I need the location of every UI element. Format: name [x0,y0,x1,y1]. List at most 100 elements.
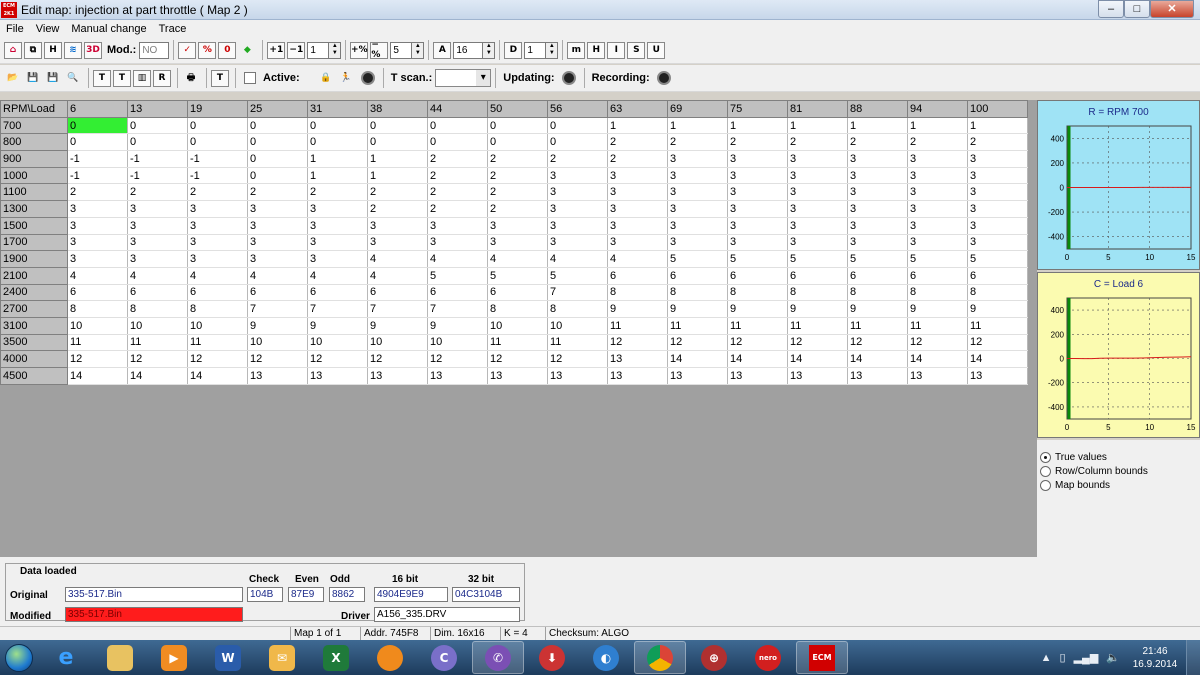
active-checkbox[interactable] [244,72,256,84]
map-cell[interactable]: 3 [967,234,1028,252]
column-header[interactable]: 63 [607,100,668,118]
map-cell[interactable]: 11 [67,334,128,352]
map-cell[interactable]: 3 [487,234,548,252]
map-cell[interactable]: 8 [187,300,248,318]
map-cell[interactable]: 0 [367,133,428,152]
map-cell[interactable]: 1 [367,167,428,185]
map-cell[interactable]: 11 [667,317,728,335]
map-cell[interactable]: -1 [127,167,188,185]
map-cell[interactable]: 0 [427,133,488,152]
map-cell[interactable]: 4 [187,267,248,285]
row-header[interactable]: 2100 [0,266,68,285]
row-header[interactable]: 1100 [0,183,68,202]
map-cell[interactable]: 2 [487,183,548,202]
map-cell[interactable]: 9 [667,300,728,318]
graph-icon[interactable]: ≋ [64,41,82,59]
map-cell[interactable]: 6 [487,284,548,302]
map-cell[interactable]: 4 [127,267,188,285]
map-cell[interactable]: 12 [307,350,368,368]
tscan-select[interactable] [435,69,492,87]
map-cell[interactable]: 12 [727,334,788,352]
format-u-icon[interactable]: U [647,41,666,59]
row-header[interactable]: 1000 [0,166,68,185]
map-cell[interactable]: 14 [127,367,188,385]
map-cell[interactable]: 0 [247,117,308,135]
map-cell[interactable]: 3 [307,200,368,218]
map-cell[interactable]: 13 [787,367,848,385]
map-cell[interactable]: 12 [787,334,848,352]
map-cell[interactable]: 6 [847,267,908,285]
map-cell[interactable]: 7 [247,300,308,318]
map-cell[interactable]: 10 [427,334,488,352]
map-cell[interactable]: 12 [847,334,908,352]
map-cell[interactable]: 6 [127,284,188,302]
row-header[interactable]: 900 [0,150,68,168]
map-cell[interactable]: 2 [187,183,248,202]
map-cell[interactable]: 12 [487,350,548,368]
home-icon[interactable]: ⌂ [4,41,22,59]
map-cell[interactable]: -1 [67,167,128,185]
map-cell[interactable]: 3 [847,234,908,252]
map-cell[interactable]: 13 [607,350,668,368]
map-cell[interactable]: 9 [307,317,368,335]
map-cell[interactable]: 13 [607,367,668,385]
row-header[interactable]: 800 [0,133,68,152]
map-cell[interactable]: 7 [547,284,608,302]
map-cell[interactable]: 3 [367,234,428,252]
map-cell[interactable]: 3 [547,217,608,235]
map-cell[interactable]: 3 [127,200,188,218]
driver-field[interactable]: A156_335.DRV [374,607,520,622]
taskbar-media-2[interactable]: ⬇ [526,641,578,674]
row-header[interactable]: 4500 [0,367,68,385]
map-cell[interactable]: 3 [547,167,608,185]
map-cell[interactable]: 7 [427,300,488,318]
map-cell[interactable]: 9 [247,317,308,335]
map-cell[interactable]: 9 [367,317,428,335]
map-cell[interactable]: 3 [607,200,668,218]
map-cell[interactable]: 0 [487,117,548,135]
column-header[interactable]: 38 [367,100,428,118]
map-cell[interactable]: 4 [247,267,308,285]
map-cell[interactable]: 3 [667,167,728,185]
map-cell[interactable]: 12 [127,350,188,368]
map-cell[interactable]: 2 [607,133,668,152]
column-header[interactable]: 94 [907,100,968,118]
map-cell[interactable]: 3 [667,183,728,202]
map-cell[interactable]: 3 [607,183,668,202]
map-cell[interactable]: 9 [907,300,968,318]
map-cell[interactable]: 12 [547,350,608,368]
map-cell[interactable]: 6 [727,267,788,285]
map-cell[interactable]: 3 [607,167,668,185]
map-cell[interactable]: 2 [847,133,908,152]
map-cell[interactable]: 3 [187,200,248,218]
map-cell[interactable]: 8 [127,300,188,318]
map-cell[interactable]: 5 [487,267,548,285]
step-spinner-2[interactable]: 5 ▲ ▼ [390,41,425,59]
map-cell[interactable]: 9 [727,300,788,318]
add-row-icon[interactable]: +1 [267,41,286,59]
sub-row-icon[interactable]: −1 [287,41,306,59]
taskbar-media-player[interactable]: ▶ [148,641,200,674]
map-cell[interactable]: 3 [967,150,1028,168]
table-view-2-icon[interactable]: T [113,69,131,87]
map-cell[interactable]: 3 [967,167,1028,185]
map-cell[interactable]: 3 [847,217,908,235]
map-cell[interactable]: 3 [847,167,908,185]
radio-true-values[interactable]: True values [1040,450,1200,464]
map-cell[interactable]: 6 [967,267,1028,285]
3d-view-icon[interactable]: 3D [84,41,102,59]
map-cell[interactable]: 2 [967,133,1028,152]
map-cell[interactable]: 3 [547,234,608,252]
map-cell[interactable]: 12 [247,350,308,368]
map-cell[interactable]: 6 [307,284,368,302]
map-cell[interactable]: 6 [67,284,128,302]
map-cell[interactable]: 8 [967,284,1028,302]
map-cell[interactable]: 3 [127,234,188,252]
map-cell[interactable]: 14 [67,367,128,385]
map-cell[interactable]: 14 [187,367,248,385]
map-cell[interactable]: 11 [847,317,908,335]
map-cell[interactable]: 4 [307,267,368,285]
column-header[interactable]: 81 [787,100,848,118]
map-cell[interactable]: 3 [187,234,248,252]
clock[interactable]: 21:46 16.9.2014 [1124,645,1186,671]
